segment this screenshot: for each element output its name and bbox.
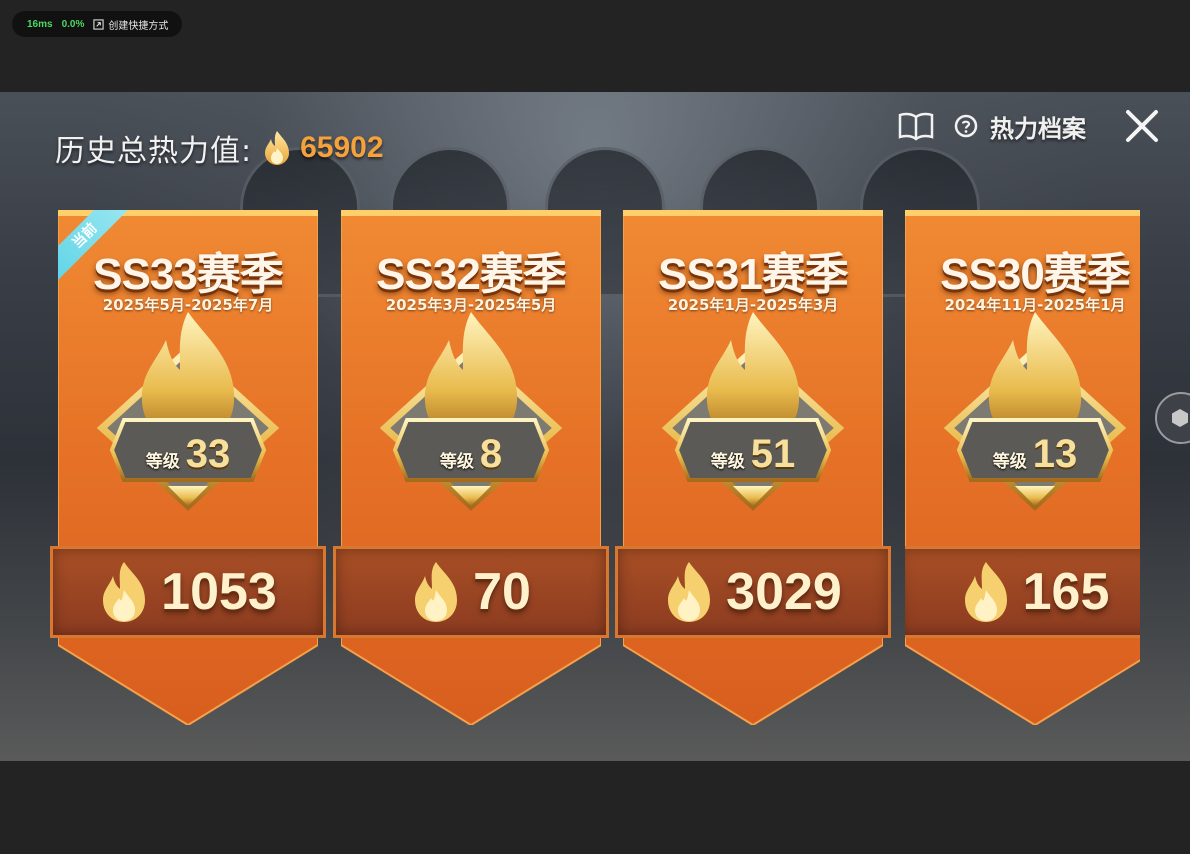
shortcut-icon: [93, 18, 105, 30]
level-label: 等级: [992, 452, 1027, 472]
side-scroll-button[interactable]: [1155, 392, 1190, 444]
heat-value: 1053: [161, 563, 277, 621]
flame-rank-badge-icon: [661, 312, 845, 511]
perf-overlay: 16ms 0.0% 创建快捷方式: [12, 11, 182, 37]
heat-value: 165: [1022, 563, 1110, 621]
level-value: 51: [750, 432, 796, 476]
shortcut-label: 创建快捷方式: [108, 20, 169, 32]
season-card[interactable]: SS30赛季 2024年11月-2025年1月 等级 13 165: [905, 210, 1140, 725]
level-display: 等级 51: [623, 432, 883, 477]
season-heat: 1053: [58, 546, 318, 638]
flame-rank-badge-icon: [96, 312, 280, 511]
history-heat-title: 历史总热力值:: [55, 134, 253, 169]
current-season-tag: 当前: [58, 210, 128, 280]
level-display: 等级 8: [341, 432, 601, 477]
flame-icon: [668, 562, 711, 622]
heat-value: 70: [473, 563, 531, 621]
season-card[interactable]: SS32赛季 2025年3月-2025年5月 等级 8 70: [333, 210, 609, 725]
flame-icon: [964, 562, 1007, 622]
latency-readout: 16ms: [27, 18, 53, 30]
level-label: 等级: [710, 452, 745, 472]
flame-rank-badge-icon: [379, 312, 563, 511]
flame-icon: [415, 562, 458, 622]
level-label: 等级: [439, 452, 474, 472]
level-value: 8: [479, 432, 503, 476]
loss-readout: 0.0%: [61, 18, 85, 30]
heat-archive-button[interactable]: 热力档案: [990, 109, 1086, 144]
season-name: SS32赛季: [376, 250, 567, 299]
level-display: 等级 13: [905, 432, 1140, 477]
flame-icon: [103, 562, 146, 622]
top-right-toolbar: 热力档案: [898, 106, 1162, 146]
season-heat: 70: [341, 546, 601, 638]
game-viewport: 历史总热力值: 65902 热力档案 SS33赛季 2025年5月-2025年7…: [0, 92, 1190, 761]
level-display: 等级 33: [58, 432, 318, 477]
level-label: 等级: [145, 452, 180, 472]
heat-value: 3029: [726, 563, 842, 621]
close-icon[interactable]: [1122, 106, 1162, 146]
flame-icon: [265, 131, 290, 165]
history-heat-header: 历史总热力值: 65902: [55, 126, 384, 170]
book-icon[interactable]: [898, 111, 934, 141]
season-card[interactable]: SS33赛季 2025年5月-2025年7月 等级 33 1053 当前: [50, 210, 326, 725]
season-heat: 165: [905, 546, 1140, 638]
level-value: 33: [185, 432, 231, 476]
season-name: SS30赛季: [940, 250, 1131, 299]
hexagon-icon: [1172, 409, 1188, 427]
help-icon[interactable]: [954, 114, 978, 138]
current-tag-label: 当前: [58, 210, 128, 280]
create-shortcut-button[interactable]: 创建快捷方式: [93, 17, 168, 32]
total-heat-value: 65902: [300, 131, 384, 164]
level-value: 13: [1032, 432, 1078, 476]
season-card[interactable]: SS31赛季 2025年1月-2025年3月 等级 51 3029: [615, 210, 891, 725]
flame-rank-badge-icon: [943, 312, 1127, 511]
season-heat: 3029: [623, 546, 883, 638]
season-name: SS31赛季: [658, 250, 849, 299]
